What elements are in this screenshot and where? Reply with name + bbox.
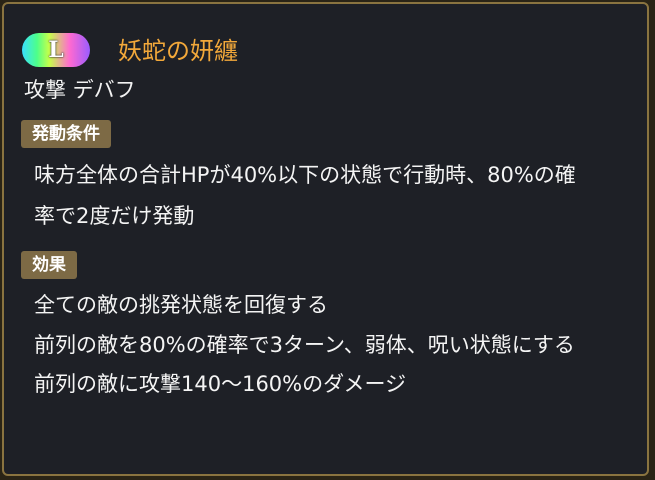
rarity-badge-label: L — [48, 37, 64, 63]
skill-title: 妖蛇の妍纏 — [118, 37, 238, 65]
trigger-line: 率で2度だけ発動 — [34, 204, 195, 228]
effect-line: 全ての敵の挑発状態を回復する — [34, 293, 328, 317]
skill-category: 攻撃 デバフ — [24, 78, 136, 102]
trigger-line: 味方全体の合計HPが40%以下の状態で行動時、80%の確 — [34, 163, 576, 187]
trigger-section-label: 発動条件 — [21, 120, 111, 148]
skill-detail-panel: L 妖蛇の妍纏 攻撃 デバフ 発動条件 味方全体の合計HPが40%以下の状態で行… — [2, 2, 649, 476]
rarity-badge: L — [22, 33, 90, 67]
effect-line: 前列の敵に攻撃140〜160%のダメージ — [34, 372, 407, 396]
effect-section-label: 効果 — [21, 251, 77, 279]
effect-line: 前列の敵を80%の確率で3ターン、弱体、呪い状態にする — [34, 333, 575, 357]
